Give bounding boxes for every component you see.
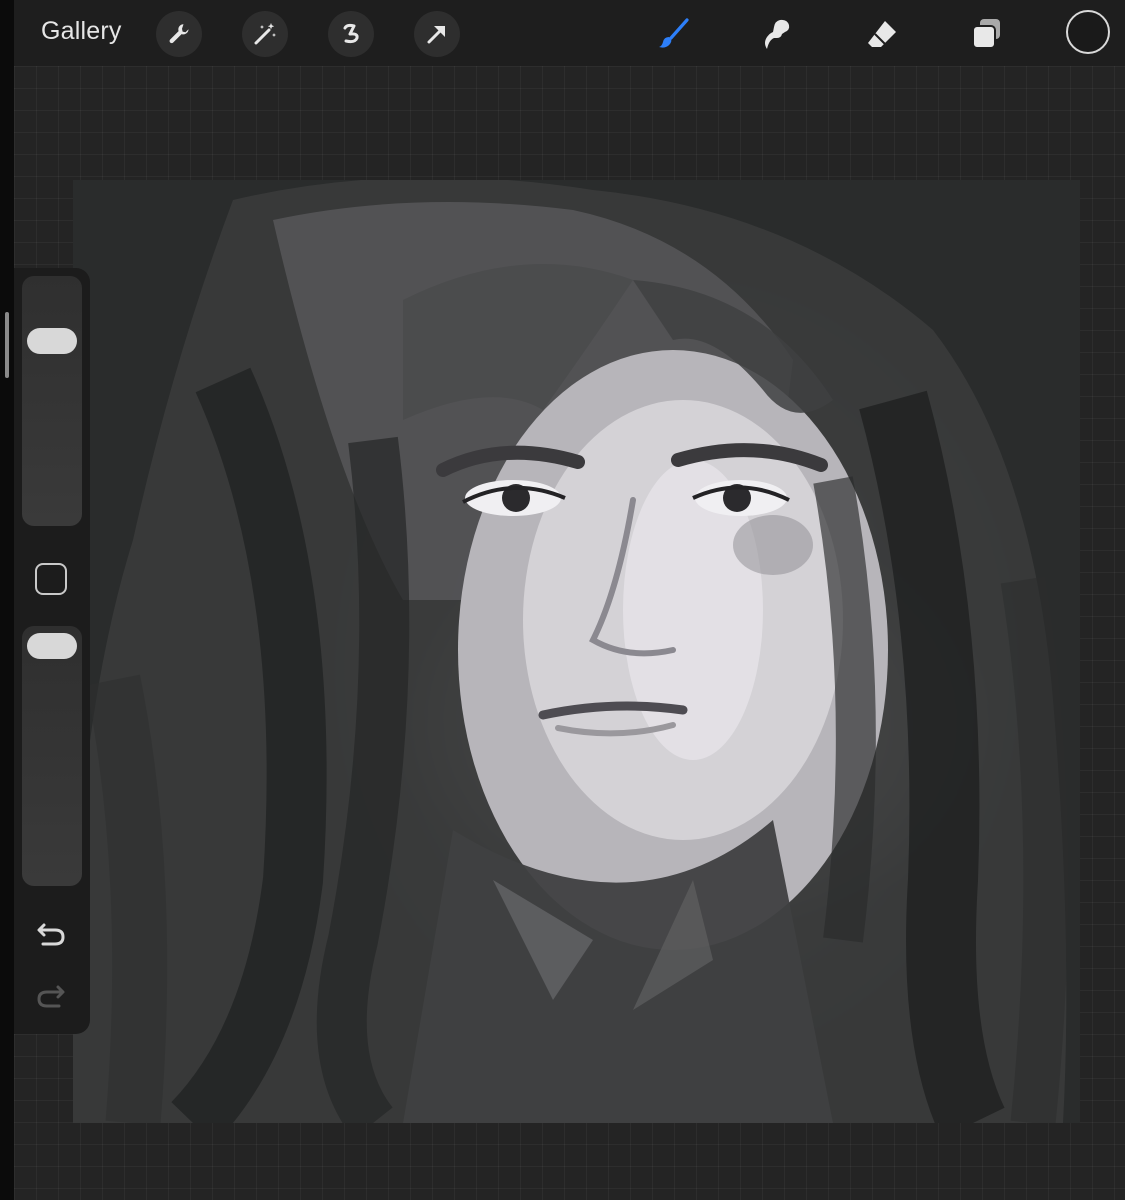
- adjustments-button[interactable]: [242, 11, 288, 57]
- gallery-button[interactable]: Gallery: [41, 17, 122, 46]
- smudge-icon: [765, 19, 790, 49]
- selection-icon: [343, 23, 359, 44]
- layers-icon: [972, 19, 1000, 49]
- modify-button[interactable]: [35, 563, 67, 595]
- transform-arrow-icon: [427, 26, 445, 44]
- transform-button[interactable]: [414, 11, 460, 57]
- left-sidebar: [14, 268, 90, 1034]
- sidebar-drag-handle[interactable]: [5, 312, 9, 378]
- brush-tool-button[interactable]: [652, 12, 696, 56]
- wrench-icon: [169, 24, 189, 44]
- color-swatch[interactable]: [1066, 10, 1110, 54]
- brush-size-thumb[interactable]: [27, 328, 77, 355]
- redo-icon: [37, 985, 65, 1008]
- eraser-tool-button[interactable]: [860, 12, 904, 56]
- layers-button[interactable]: [964, 12, 1008, 56]
- selection-button[interactable]: [328, 11, 374, 57]
- undo-icon: [37, 923, 65, 946]
- top-toolbar: Gallery: [14, 0, 1125, 66]
- undo-button[interactable]: [32, 914, 70, 952]
- opacity-thumb[interactable]: [27, 633, 77, 660]
- eraser-icon: [868, 21, 896, 47]
- magic-wand-icon: [254, 23, 276, 45]
- brush-icon: [659, 18, 689, 48]
- brush-size-slider[interactable]: [22, 276, 82, 526]
- smudge-tool-button[interactable]: [756, 12, 800, 56]
- opacity-slider[interactable]: [22, 626, 82, 886]
- actions-button[interactable]: [156, 11, 202, 57]
- left-screen-edge: [0, 0, 14, 1200]
- procreate-app: Gallery: [0, 0, 1125, 1200]
- portrait-artwork: [73, 180, 1069, 1123]
- redo-button[interactable]: [32, 976, 70, 1014]
- drawing-canvas[interactable]: [73, 180, 1080, 1123]
